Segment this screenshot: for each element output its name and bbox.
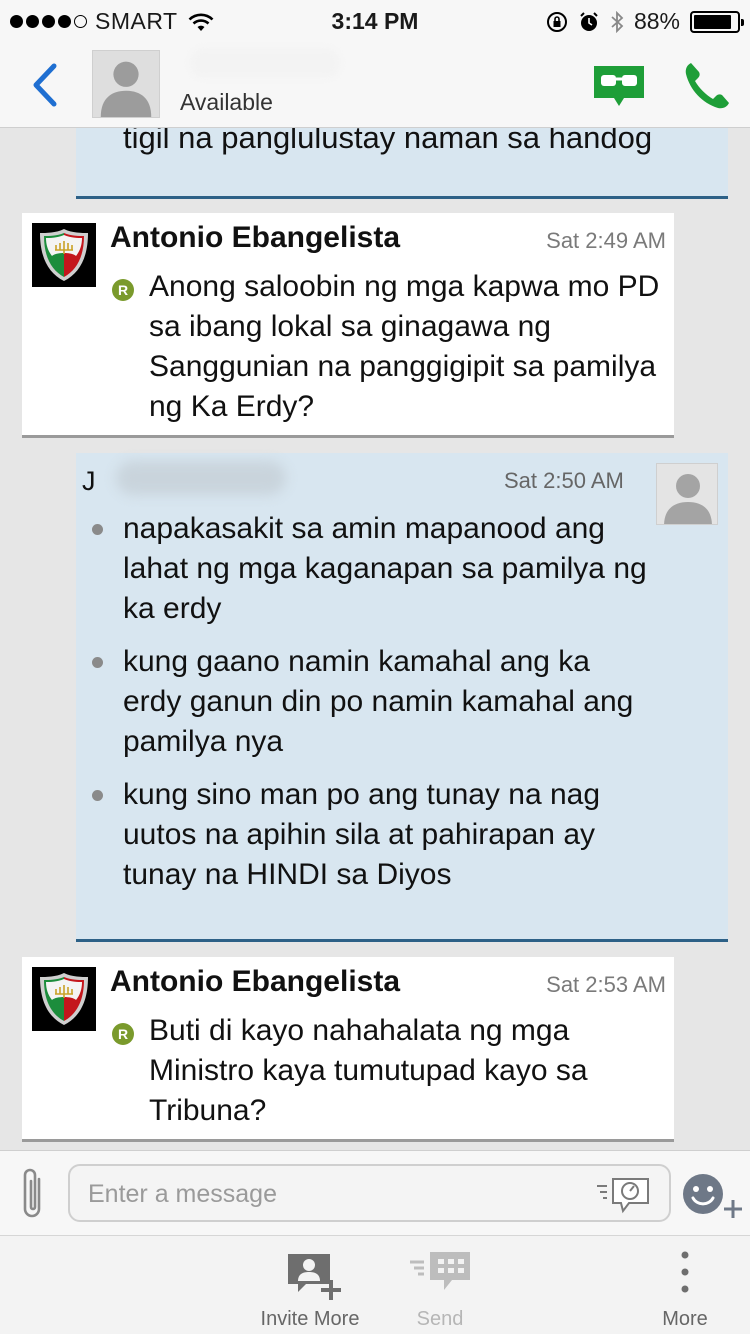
sender-name: Antonio Ebangelista — [110, 221, 401, 254]
message-text: Buti di kayo nahahalata ng mga Ministro … — [149, 1014, 588, 1127]
video-chat-icon[interactable] — [592, 62, 646, 110]
shield-logo-avatar — [32, 223, 96, 287]
bullet-text: napakasakit sa amin mapanood ang lahat n… — [123, 512, 647, 625]
message-time: Sat 2:50 AM — [504, 468, 624, 493]
sender-name-redacted — [116, 461, 286, 495]
send-button[interactable]: Send — [390, 1236, 490, 1334]
chat-header: Available — [0, 40, 750, 128]
incoming-message[interactable]: Antonio Ebangelista Sat 2:49 AM R Anong … — [22, 213, 674, 438]
bullet-item: kung gaano namin kamahal ang ka erdy gan… — [90, 642, 650, 762]
bullet-item: kung sino man po ang tunay na nag uutos … — [90, 775, 650, 895]
sender-initial: J — [82, 466, 96, 496]
send-label: Send — [416, 1308, 464, 1330]
status-bar: SMART 3:14 PM 88% — [0, 0, 750, 40]
message-text: Anong saloobin ng mga kapwa mo PD sa iba… — [149, 270, 660, 423]
invite-more-label: Invite More — [260, 1308, 360, 1330]
emoji-add-icon[interactable] — [682, 1170, 742, 1220]
more-button[interactable]: More — [640, 1236, 730, 1334]
contact-avatar[interactable] — [92, 50, 160, 118]
phone-call-icon[interactable] — [682, 60, 730, 112]
back-chevron-icon[interactable] — [26, 60, 62, 110]
compose-bar: Enter a message — [0, 1150, 750, 1235]
contact-name-redacted — [190, 48, 340, 78]
message-text: tigil na panglulustay naman sa handog — [123, 128, 653, 155]
invite-more-button[interactable]: Invite More — [240, 1236, 380, 1334]
bullet-item: napakasakit sa amin mapanood ang lahat n… — [90, 509, 650, 629]
read-receipt-badge: R — [112, 279, 134, 301]
bottom-toolbar: Invite More Send More — [0, 1235, 750, 1334]
message-input[interactable]: Enter a message — [68, 1164, 671, 1222]
battery-icon — [690, 10, 744, 33]
alarm-icon — [580, 11, 598, 31]
paperclip-icon[interactable] — [18, 1165, 48, 1223]
message-list[interactable]: tigil na panglulustay naman sa handog An… — [0, 128, 750, 1152]
bluetooth-icon — [611, 10, 624, 33]
person-silhouette-icon — [664, 474, 712, 524]
bullet-text: kung sino man po ang tunay na nag uutos … — [123, 778, 601, 891]
bullet-dot-icon — [92, 657, 103, 668]
bullet-list: napakasakit sa amin mapanood ang lahat n… — [90, 509, 650, 908]
send-bbm-icon — [410, 1252, 470, 1290]
contact-status: Available — [180, 89, 273, 115]
orientation-lock-icon — [546, 11, 567, 32]
incoming-message[interactable]: Antonio Ebangelista Sat 2:53 AM R Buti d… — [22, 957, 674, 1142]
message-time: Sat 2:53 AM — [546, 972, 666, 997]
sender-name: Antonio Ebangelista — [110, 965, 401, 998]
battery-percent: 88% — [633, 8, 680, 34]
more-label: More — [662, 1308, 708, 1330]
shield-logo-avatar — [32, 967, 96, 1031]
bullet-dot-icon — [92, 790, 103, 801]
read-receipt-badge: R — [112, 1023, 134, 1045]
outgoing-message[interactable]: tigil na panglulustay naman sa handog — [76, 128, 728, 199]
message-time: Sat 2:49 AM — [546, 228, 666, 253]
sender-avatar — [656, 463, 718, 525]
voice-note-icon[interactable] — [595, 1176, 651, 1214]
outgoing-message[interactable]: J Sat 2:50 AM napakasakit sa amin mapano… — [76, 453, 728, 942]
message-input-placeholder: Enter a message — [88, 1180, 277, 1208]
bullet-dot-icon — [92, 524, 103, 535]
more-vertical-icon — [681, 1251, 689, 1293]
person-silhouette-icon — [100, 61, 152, 117]
bullet-text: kung gaano namin kamahal ang ka erdy gan… — [123, 645, 634, 758]
invite-person-icon — [288, 1254, 341, 1300]
